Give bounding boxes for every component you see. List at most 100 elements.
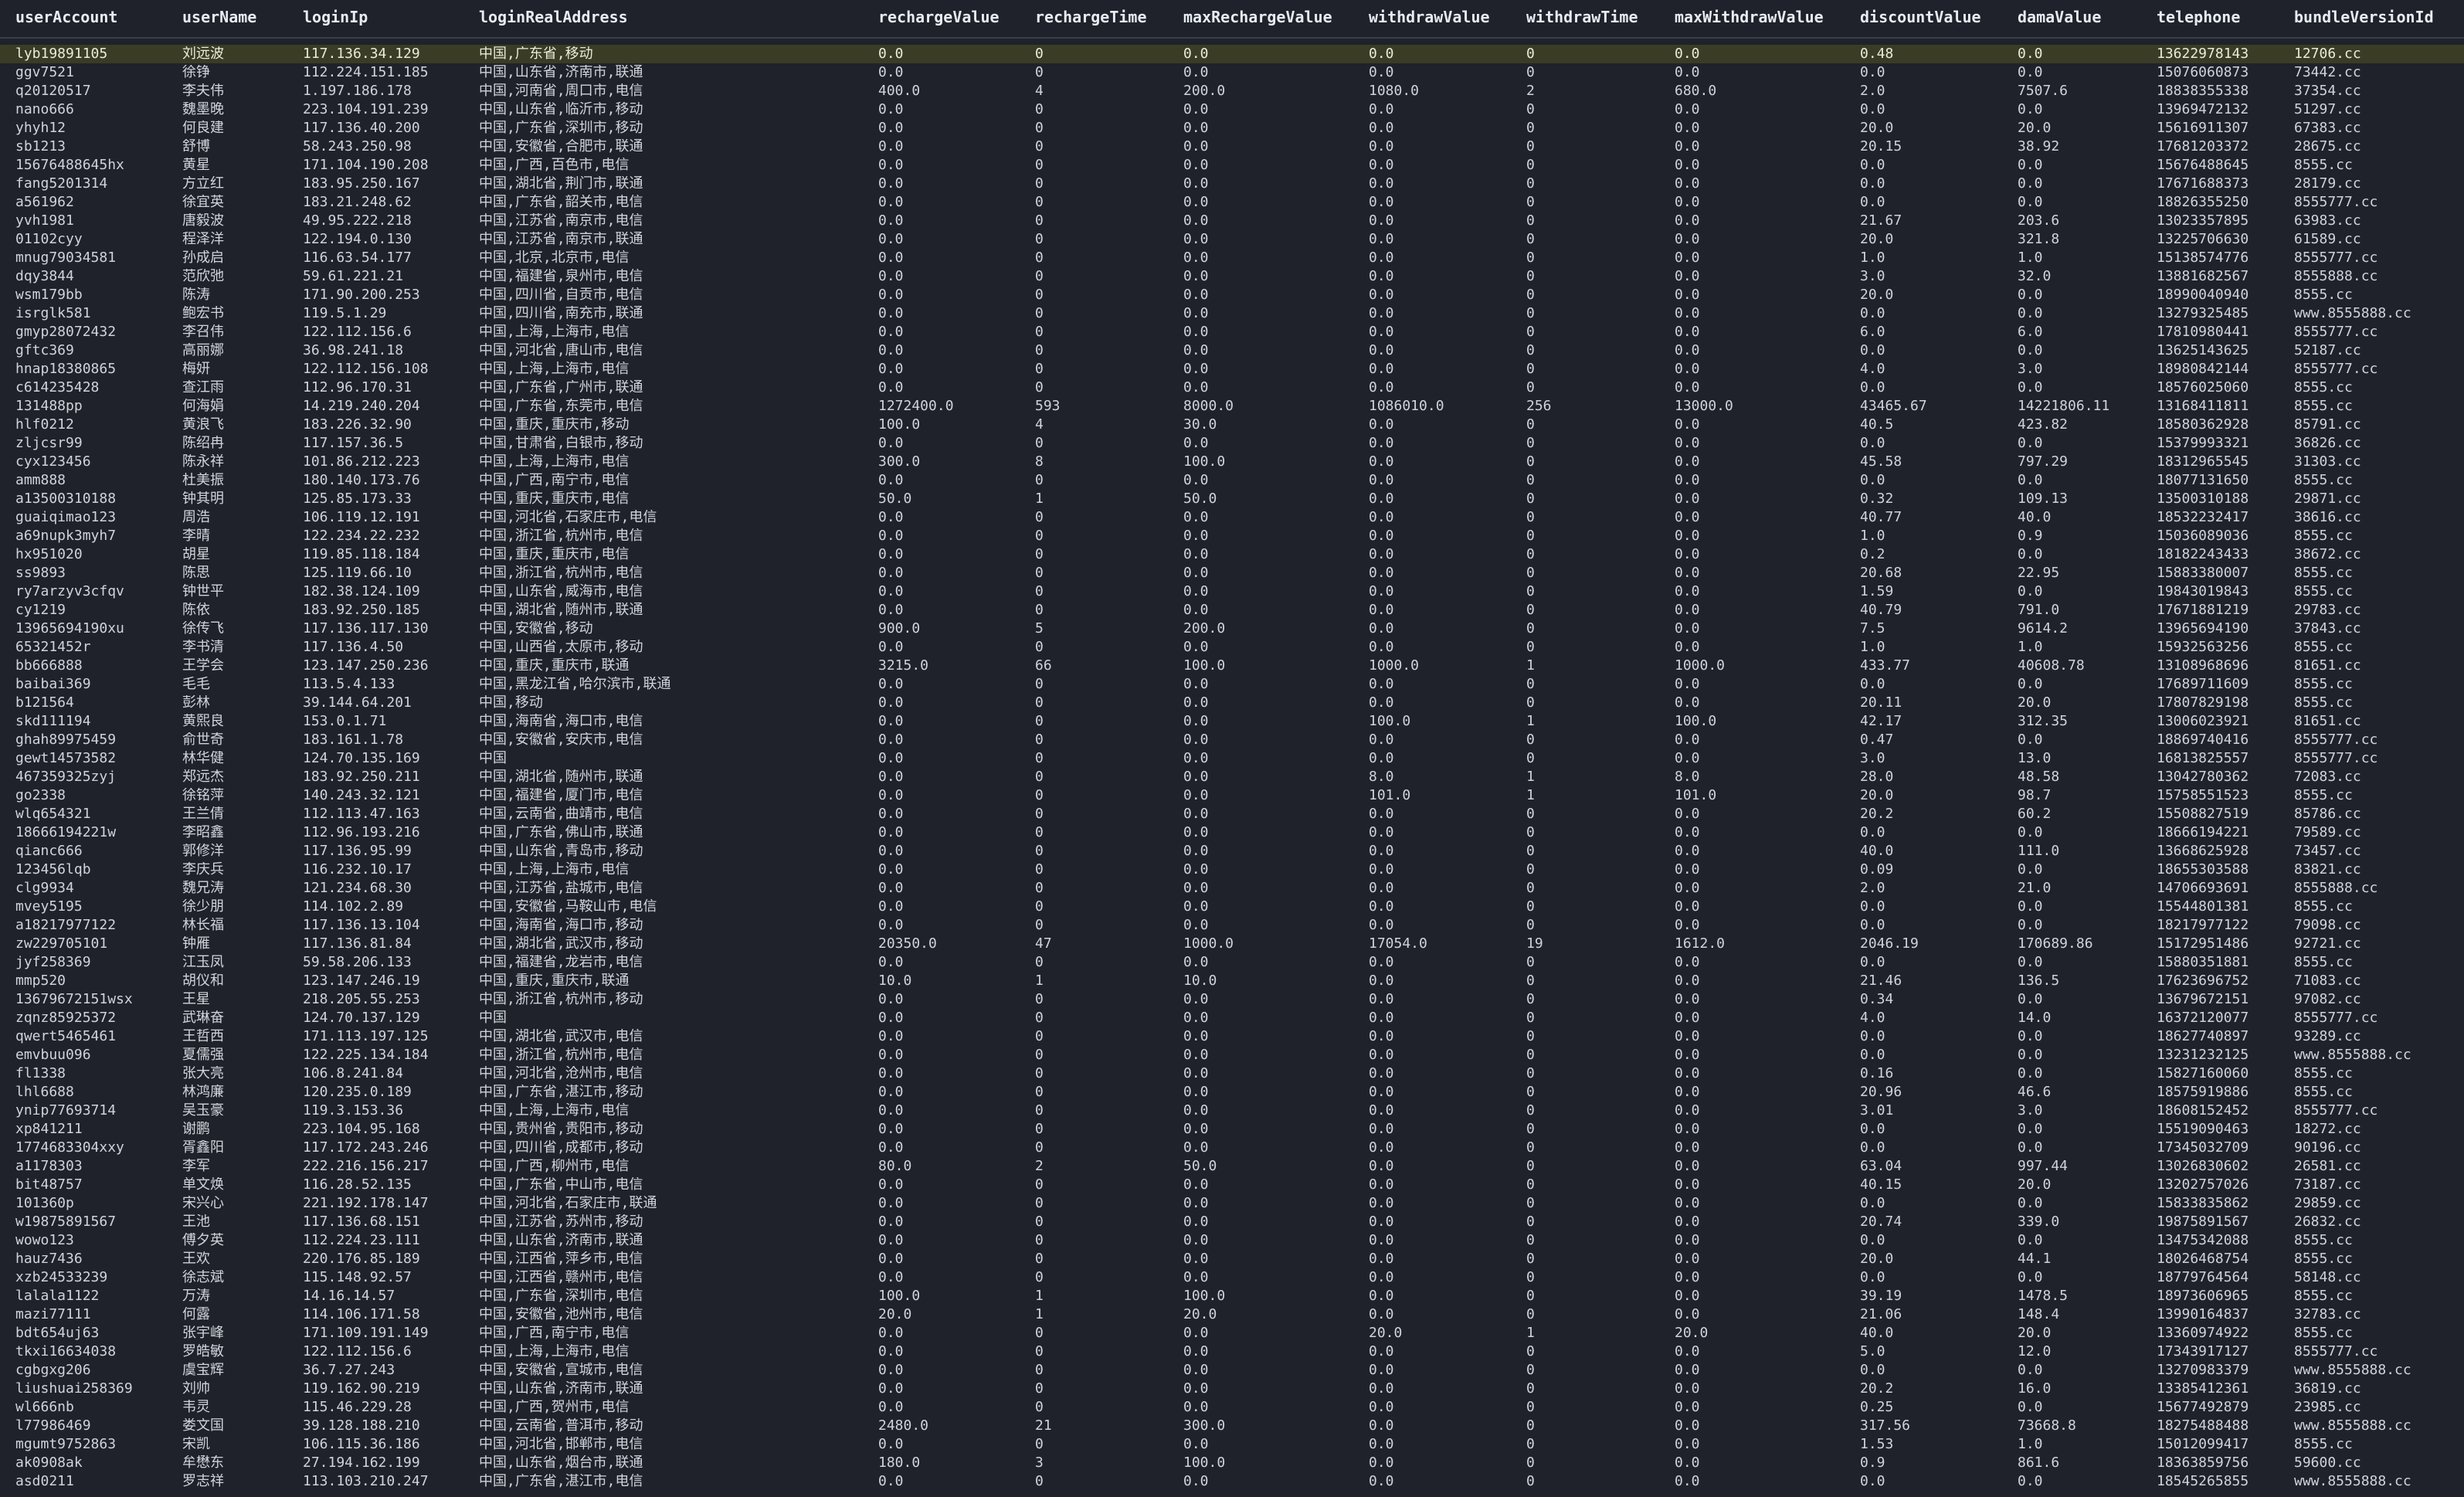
cell-telephone[interactable]: 15676488645	[2157, 158, 2248, 173]
cell-withdrawTime[interactable]: 0	[1526, 324, 1535, 340]
cell-userName[interactable]: 周浩	[182, 510, 210, 525]
cell-discountValue[interactable]: 0.0	[1860, 473, 1885, 488]
cell-userAccount[interactable]: lhl6688	[15, 1085, 74, 1100]
cell-loginIp[interactable]: 119.3.153.36	[303, 1103, 403, 1119]
cell-damaValue[interactable]: 48.58	[2018, 769, 2059, 785]
cell-rechargeValue[interactable]: 0.0	[878, 732, 904, 748]
cell-discountValue[interactable]: 28.0	[1860, 769, 1893, 785]
cell-loginRealAddress[interactable]: 中国	[479, 1010, 507, 1026]
cell-maxRechargeValue[interactable]: 0.0	[1183, 213, 1209, 229]
cell-bundleVersionId[interactable]: 8555.cc	[2294, 1066, 2353, 1081]
cell-maxRechargeValue[interactable]: 0.0	[1183, 102, 1209, 117]
cell-rechargeValue[interactable]: 0.0	[878, 176, 904, 192]
cell-rechargeTime[interactable]: 0	[1035, 547, 1044, 562]
cell-loginRealAddress[interactable]: 中国,安徽省,池州市,电信	[479, 1307, 643, 1322]
cell-rechargeValue[interactable]: 0.0	[878, 1140, 904, 1156]
cell-maxWithdrawValue[interactable]: 0.0	[1675, 380, 1700, 395]
cell-withdrawValue[interactable]: 0.0	[1369, 269, 1394, 284]
cell-loginRealAddress[interactable]: 中国,山西省,太原市,移动	[479, 640, 643, 655]
cell-rechargeValue[interactable]: 1272400.0	[878, 399, 954, 414]
cell-userName[interactable]: 谢鹏	[182, 1122, 210, 1137]
cell-rechargeValue[interactable]: 0.0	[878, 918, 904, 933]
cell-discountValue[interactable]: 6.0	[1860, 324, 1885, 340]
cell-rechargeValue[interactable]: 0.0	[878, 213, 904, 229]
cell-maxWithdrawValue[interactable]: 0.0	[1675, 1363, 1700, 1378]
cell-bundleVersionId[interactable]: 71083.cc	[2294, 973, 2361, 989]
cell-maxRechargeValue[interactable]: 0.0	[1183, 1344, 1209, 1360]
cell-loginRealAddress[interactable]: 中国,江苏省,盐城市,电信	[479, 881, 643, 896]
cell-damaValue[interactable]: 797.29	[2018, 454, 2068, 470]
cell-discountValue[interactable]: 40.0	[1860, 844, 1893, 859]
cell-userName[interactable]: 钟雁	[182, 936, 210, 952]
cell-rechargeValue[interactable]: 0.0	[878, 158, 904, 173]
cell-rechargeTime[interactable]: 0	[1035, 584, 1044, 599]
cell-maxWithdrawValue[interactable]: 0.0	[1675, 1047, 1700, 1063]
cell-maxRechargeValue[interactable]: 0.0	[1183, 195, 1209, 210]
cell-loginIp[interactable]: 183.92.250.185	[303, 603, 420, 618]
table-row[interactable]: zqnz85925372 武琳奋 124.70.137.129 中国 0.0 0 0.0 0.…	[0, 1009, 2464, 1027]
cell-discountValue[interactable]: 0.47	[1860, 732, 1893, 748]
cell-bundleVersionId[interactable]: 8555.cc	[2294, 158, 2353, 173]
cell-userAccount[interactable]: jyf258369	[15, 955, 91, 970]
cell-withdrawValue[interactable]: 0.0	[1369, 695, 1394, 711]
cell-userName[interactable]: 林长福	[182, 918, 224, 933]
cell-withdrawValue[interactable]: 0.0	[1369, 250, 1394, 266]
cell-rechargeTime[interactable]: 0	[1035, 695, 1044, 711]
cell-withdrawTime[interactable]: 0	[1526, 176, 1535, 192]
cell-withdrawTime[interactable]: 0	[1526, 510, 1535, 525]
cell-discountValue[interactable]: 2046.19	[1860, 936, 1919, 952]
cell-maxWithdrawValue[interactable]: 100.0	[1675, 714, 1716, 729]
cell-loginIp[interactable]: 112.224.23.111	[303, 1233, 420, 1248]
cell-maxWithdrawValue[interactable]: 0.0	[1675, 1103, 1700, 1119]
cell-telephone[interactable]: 18826355250	[2157, 195, 2248, 210]
cell-loginRealAddress[interactable]: 中国,广东省,广州市,联通	[479, 380, 643, 395]
cell-withdrawTime[interactable]: 0	[1526, 473, 1535, 488]
cell-loginIp[interactable]: 117.136.4.50	[303, 640, 403, 655]
cell-maxWithdrawValue[interactable]: 0.0	[1675, 751, 1700, 766]
cell-userAccount[interactable]: 467359325zyj	[15, 769, 116, 785]
table-row[interactable]: w19875891567 王池 117.136.68.151 中国,江苏省,苏州市,移…	[0, 1213, 2464, 1231]
cell-telephone[interactable]: 15880351881	[2157, 955, 2248, 970]
cell-loginRealAddress[interactable]: 中国,安徽省,合肥市,联通	[479, 139, 643, 154]
cell-discountValue[interactable]: 0.0	[1860, 1363, 1885, 1378]
cell-userAccount[interactable]: asd0211	[15, 1474, 74, 1489]
cell-withdrawValue[interactable]: 0.0	[1369, 992, 1394, 1007]
cell-loginIp[interactable]: 106.8.241.84	[303, 1066, 403, 1081]
cell-withdrawValue[interactable]: 0.0	[1369, 287, 1394, 303]
cell-bundleVersionId[interactable]: 73187.cc	[2294, 1177, 2361, 1193]
cell-userAccount[interactable]: qianc666	[15, 844, 83, 859]
cell-maxWithdrawValue[interactable]: 0.0	[1675, 306, 1700, 321]
cell-rechargeTime[interactable]: 0	[1035, 565, 1044, 581]
cell-withdrawValue[interactable]: 0.0	[1369, 1085, 1394, 1100]
cell-damaValue[interactable]: 0.0	[2018, 46, 2043, 62]
column-header-userName[interactable]: userName	[182, 8, 256, 26]
cell-loginIp[interactable]: 123.147.250.236	[303, 658, 429, 674]
cell-userAccount[interactable]: c614235428	[15, 380, 99, 395]
cell-maxWithdrawValue[interactable]: 0.0	[1675, 547, 1700, 562]
cell-userName[interactable]: 单文焕	[182, 1177, 224, 1193]
cell-discountValue[interactable]: 20.0	[1860, 1251, 1893, 1267]
cell-userName[interactable]: 黄星	[182, 158, 210, 173]
cell-bundleVersionId[interactable]: 23985.cc	[2294, 1400, 2361, 1415]
cell-maxRechargeValue[interactable]: 0.0	[1183, 1029, 1209, 1044]
cell-discountValue[interactable]: 21.06	[1860, 1307, 1902, 1322]
cell-loginIp[interactable]: 113.103.210.247	[303, 1474, 429, 1489]
cell-damaValue[interactable]: 14221806.11	[2018, 399, 2109, 414]
cell-rechargeTime[interactable]: 0	[1035, 1344, 1044, 1360]
cell-bundleVersionId[interactable]: 8555.cc	[2294, 1288, 2353, 1304]
cell-withdrawValue[interactable]: 0.0	[1369, 621, 1394, 636]
cell-telephone[interactable]: 18869740416	[2157, 732, 2248, 748]
cell-loginRealAddress[interactable]: 中国,广东省,东莞市,电信	[479, 399, 643, 414]
cell-rechargeTime[interactable]: 0	[1035, 213, 1044, 229]
cell-loginRealAddress[interactable]: 中国,海南省,海口市,移动	[479, 918, 643, 933]
table-row[interactable]: yvh1981 唐毅波 49.95.222.218 中国,江苏省,南京市,电信 0.0 0…	[0, 212, 2464, 230]
cell-withdrawValue[interactable]: 0.0	[1369, 1066, 1394, 1081]
table-row[interactable]: lyb19891105 刘远波 117.136.34.129 中国,广东省,移动 0.0…	[0, 45, 2464, 63]
cell-bundleVersionId[interactable]: 61589.cc	[2294, 232, 2361, 247]
cell-loginIp[interactable]: 122.112.156.108	[303, 362, 429, 377]
cell-withdrawTime[interactable]: 0	[1526, 862, 1535, 877]
cell-withdrawTime[interactable]: 0	[1526, 380, 1535, 395]
cell-telephone[interactable]: 15508827519	[2157, 806, 2248, 822]
cell-withdrawValue[interactable]: 0.0	[1369, 1363, 1394, 1378]
cell-maxWithdrawValue[interactable]: 0.0	[1675, 1270, 1700, 1285]
